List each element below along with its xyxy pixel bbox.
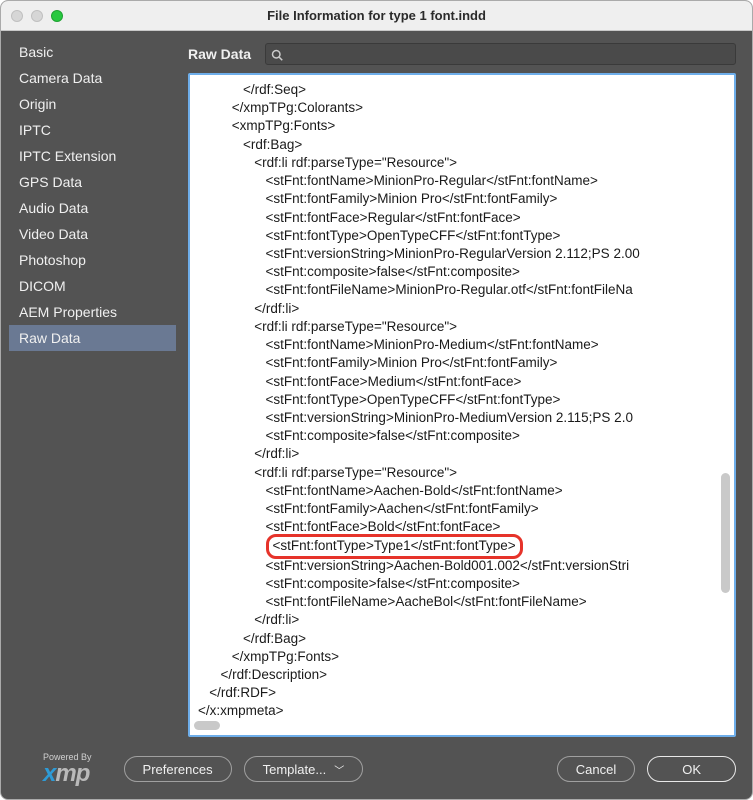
raw-line: </rdf:li> xyxy=(198,611,726,629)
sidebar-item-basic[interactable]: Basic xyxy=(9,39,176,65)
search-icon xyxy=(271,48,283,60)
sidebar-item-raw-data[interactable]: Raw Data xyxy=(9,325,176,351)
raw-line: </rdf:li> xyxy=(198,445,726,463)
preferences-button[interactable]: Preferences xyxy=(124,756,232,782)
xmp-logo-x: x xyxy=(43,760,55,787)
horizontal-scrollbar[interactable] xyxy=(194,721,718,731)
raw-data-content[interactable]: </rdf:Seq> </xmpTPg:Colorants> <xmpTPg:F… xyxy=(190,75,734,735)
sidebar-item-camera-data[interactable]: Camera Data xyxy=(9,65,176,91)
raw-line: <rdf:li rdf:parseType="Resource"> xyxy=(198,154,726,172)
ok-button[interactable]: OK xyxy=(647,756,736,782)
raw-line: </xmpTPg:Fonts> xyxy=(198,648,726,666)
sidebar: BasicCamera DataOriginIPTCIPTC Extension… xyxy=(1,39,176,745)
footer: Powered By xmp Preferences Template... ﹀… xyxy=(1,745,752,799)
raw-line: </rdf:li> xyxy=(198,300,726,318)
raw-line: <stFnt:composite>false</stFnt:composite> xyxy=(198,427,726,445)
raw-line: <stFnt:fontName>MinionPro-Regular</stFnt… xyxy=(198,172,726,190)
titlebar: File Information for type 1 font.indd xyxy=(1,1,752,31)
sidebar-item-origin[interactable]: Origin xyxy=(9,91,176,117)
panel-title: Raw Data xyxy=(188,46,251,62)
raw-line: <stFnt:composite>false</stFnt:composite> xyxy=(198,263,726,281)
highlighted-fonttype: <stFnt:fontType>Type1</stFnt:fontType> xyxy=(266,534,523,558)
raw-line: <stFnt:fontFamily>Minion Pro</stFnt:font… xyxy=(198,190,726,208)
raw-line: <stFnt:fontType>Type1</stFnt:fontType> xyxy=(198,536,726,556)
template-label: Template... xyxy=(263,762,327,777)
raw-line: <stFnt:composite>false</stFnt:composite> xyxy=(198,575,726,593)
search-input[interactable] xyxy=(265,43,736,65)
raw-line: <stFnt:fontType>OpenTypeCFF</stFnt:fontT… xyxy=(198,227,726,245)
raw-line: </x:xmpmeta> xyxy=(198,702,726,720)
window-title: File Information for type 1 font.indd xyxy=(1,8,752,23)
raw-line: <stFnt:fontFamily>Minion Pro</stFnt:font… xyxy=(198,354,726,372)
sidebar-item-video-data[interactable]: Video Data xyxy=(9,221,176,247)
raw-line: <stFnt:versionString>Aachen-Bold001.002<… xyxy=(198,557,726,575)
cancel-button[interactable]: Cancel xyxy=(557,756,635,782)
sidebar-item-iptc[interactable]: IPTC xyxy=(9,117,176,143)
chevron-down-icon: ﹀ xyxy=(334,762,344,777)
horizontal-scroll-thumb[interactable] xyxy=(194,721,220,730)
main-panel: Raw Data </rdf:Seq> </xmpTPg:Colorants> … xyxy=(184,39,744,745)
main-header: Raw Data xyxy=(184,39,744,73)
raw-line: <stFnt:fontType>OpenTypeCFF</stFnt:fontT… xyxy=(198,391,726,409)
ok-label: OK xyxy=(682,762,701,777)
sidebar-item-audio-data[interactable]: Audio Data xyxy=(9,195,176,221)
template-dropdown[interactable]: Template... ﹀ xyxy=(244,756,364,782)
cancel-label: Cancel xyxy=(576,762,616,777)
sidebar-item-iptc-extension[interactable]: IPTC Extension xyxy=(9,143,176,169)
raw-line: <stFnt:fontFileName>AacheBol</stFnt:font… xyxy=(198,593,726,611)
raw-line: </rdf:Bag> xyxy=(198,630,726,648)
vertical-scrollbar[interactable] xyxy=(721,135,731,717)
window-zoom-button[interactable] xyxy=(51,10,63,22)
search-wrap xyxy=(265,43,736,65)
raw-data-panel: </rdf:Seq> </xmpTPg:Colorants> <xmpTPg:F… xyxy=(188,73,736,737)
window-close-button[interactable] xyxy=(11,10,23,22)
raw-line: </rdf:RDF> xyxy=(198,684,726,702)
raw-line: <rdf:Bag> xyxy=(198,136,726,154)
raw-line: </rdf:Seq> xyxy=(198,81,726,99)
raw-line: <stFnt:fontFace>Medium</stFnt:fontFace> xyxy=(198,373,726,391)
traffic-lights xyxy=(11,10,63,22)
vertical-scroll-thumb[interactable] xyxy=(721,473,730,593)
raw-line: <xmpTPg:Fonts> xyxy=(198,117,726,135)
xmp-logo-mp: mp xyxy=(55,760,89,787)
raw-line: <stFnt:fontName>MinionPro-Medium</stFnt:… xyxy=(198,336,726,354)
raw-line: <stFnt:fontFamily>Aachen</stFnt:fontFami… xyxy=(198,500,726,518)
raw-line: <stFnt:fontName>Aachen-Bold</stFnt:fontN… xyxy=(198,482,726,500)
raw-line: <stFnt:versionString>MinionPro-MediumVer… xyxy=(198,409,726,427)
xmp-logo: xmp xyxy=(43,762,89,786)
raw-line: </rdf:Description> xyxy=(198,666,726,684)
raw-line: <stFnt:fontFileName>MinionPro-Regular.ot… xyxy=(198,281,726,299)
raw-line: <stFnt:fontFace>Regular</stFnt:fontFace> xyxy=(198,209,726,227)
sidebar-item-gps-data[interactable]: GPS Data xyxy=(9,169,176,195)
sidebar-item-dicom[interactable]: DICOM xyxy=(9,273,176,299)
powered-by-xmp: Powered By xmp xyxy=(43,753,92,786)
raw-line: <stFnt:versionString>MinionPro-RegularVe… xyxy=(198,245,726,263)
raw-line: <rdf:li rdf:parseType="Resource"> xyxy=(198,464,726,482)
raw-line: <rdf:li rdf:parseType="Resource"> xyxy=(198,318,726,336)
sidebar-item-aem-properties[interactable]: AEM Properties xyxy=(9,299,176,325)
window-minimize-button[interactable] xyxy=(31,10,43,22)
sidebar-item-photoshop[interactable]: Photoshop xyxy=(9,247,176,273)
raw-line: </xmpTPg:Colorants> xyxy=(198,99,726,117)
dialog-body: BasicCamera DataOriginIPTCIPTC Extension… xyxy=(1,31,752,745)
file-info-window: File Information for type 1 font.indd Ba… xyxy=(0,0,753,800)
preferences-label: Preferences xyxy=(143,762,213,777)
